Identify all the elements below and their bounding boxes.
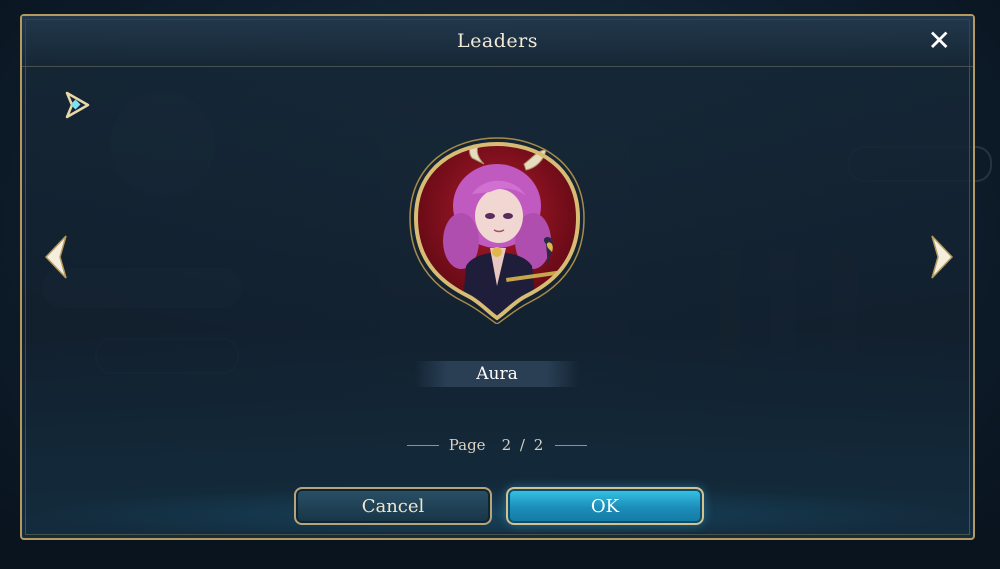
- dialog-title: Leaders: [457, 30, 538, 52]
- previous-arrow-icon[interactable]: [40, 232, 76, 282]
- leader-badge-icon: [65, 91, 90, 119]
- page-indicator: Page 2 / 2: [402, 434, 592, 456]
- leader-portrait[interactable]: [406, 136, 588, 324]
- divider-right: [555, 444, 588, 446]
- ok-button[interactable]: OK: [506, 487, 704, 525]
- next-arrow-icon[interactable]: [922, 232, 958, 282]
- page-current: 2: [501, 436, 514, 454]
- page-separator: /: [519, 436, 527, 454]
- leaders-dialog: Leaders ✕ Aura Page 2 / 2 Cancel OK: [20, 14, 975, 540]
- close-icon[interactable]: ✕: [928, 26, 951, 56]
- page-number: 2 / 2: [502, 436, 546, 454]
- background-bottom-nav: [0, 540, 1000, 569]
- page-label: Page: [448, 436, 486, 454]
- cancel-button[interactable]: Cancel: [294, 487, 492, 525]
- dialog-title-bar: Leaders ✕: [22, 16, 973, 67]
- character-name: Aura: [414, 361, 580, 387]
- divider-left: [406, 444, 439, 446]
- page-total: 2: [533, 436, 546, 454]
- button-area-glow: [32, 486, 962, 532]
